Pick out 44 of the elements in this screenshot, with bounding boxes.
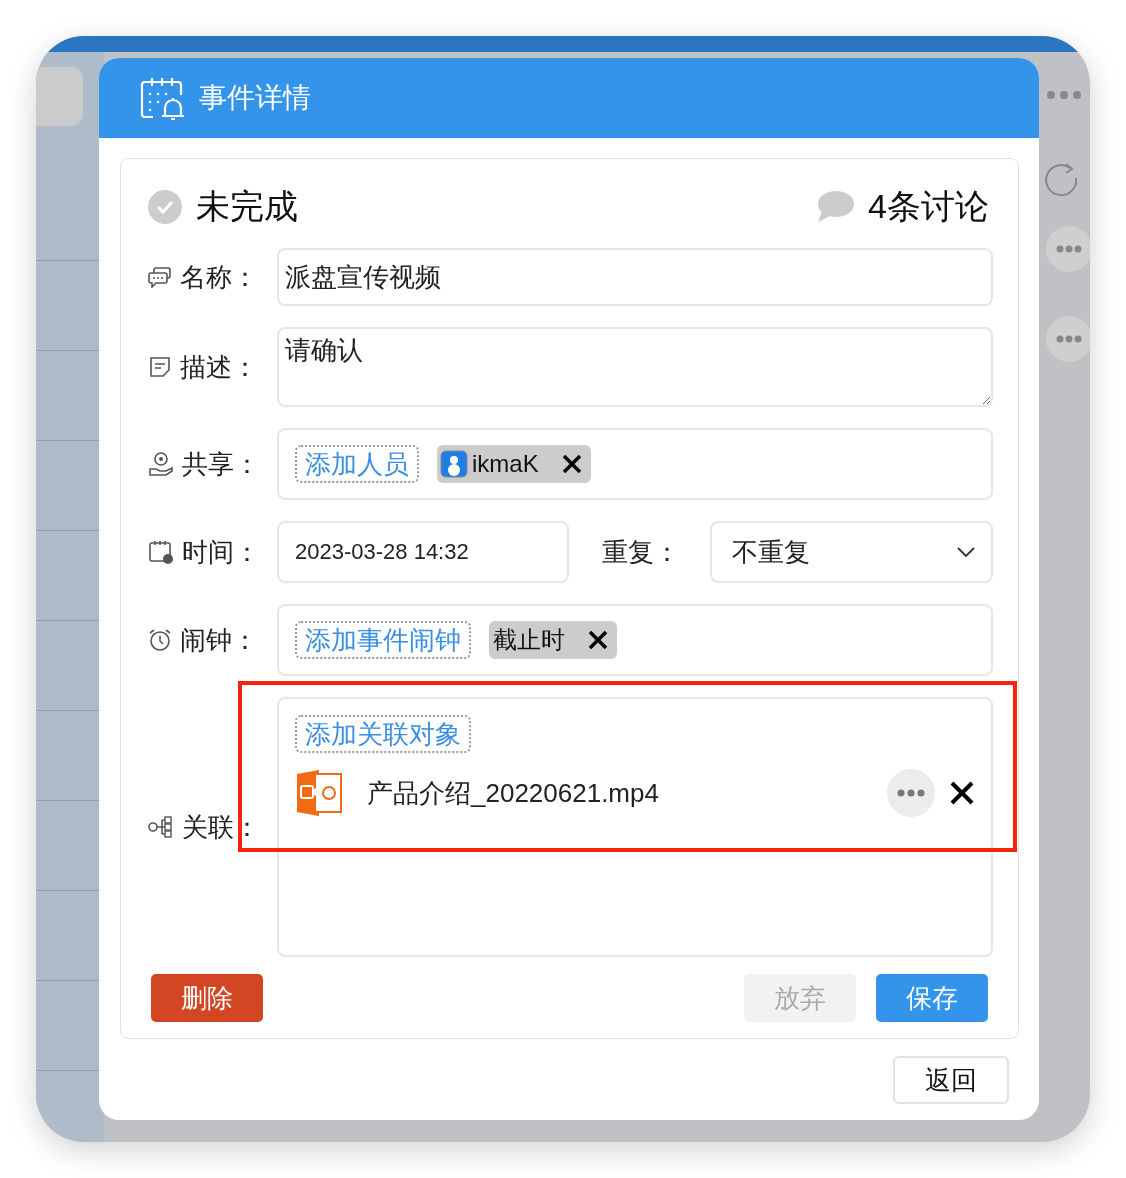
video-file-icon <box>295 770 343 816</box>
status-label: 未完成 <box>196 186 298 227</box>
repeat-select[interactable]: 不重复 <box>710 521 993 583</box>
more-icon[interactable] <box>1046 90 1082 100</box>
name-field[interactable]: 派盘宣传视频 <box>277 248 993 306</box>
description-field[interactable]: 请确认 <box>277 327 993 407</box>
remove-icon[interactable] <box>587 629 609 651</box>
field-label: 时间： <box>182 535 260 569</box>
hand-person-icon <box>148 451 174 477</box>
field-label: 描述： <box>180 350 258 384</box>
back-button[interactable]: 返回 <box>893 1056 1009 1104</box>
alarm-clock-icon <box>148 628 172 652</box>
calendar-clock-icon <box>148 539 174 565</box>
hierarchy-icon <box>148 816 174 838</box>
more-button[interactable] <box>1046 316 1090 362</box>
discussion-link[interactable]: 4条讨论 <box>868 184 989 230</box>
field-label: 闹钟： <box>180 623 258 657</box>
calendar-bell-icon <box>139 75 185 121</box>
ellipsis-icon <box>897 789 925 797</box>
check-circle-icon[interactable] <box>148 190 182 224</box>
time-field[interactable]: 2023-03-28 14:32 <box>277 521 569 583</box>
delete-button[interactable]: 删除 <box>151 974 263 1022</box>
member-name: ikmaK <box>472 450 539 478</box>
share-field[interactable]: 添加人员 ikmaK <box>277 428 993 500</box>
more-button[interactable] <box>887 769 935 817</box>
alarm-field[interactable]: 添加事件闹钟 截止时 <box>277 604 993 676</box>
chevron-down-icon <box>957 547 975 557</box>
speech-bubble-icon[interactable] <box>816 191 855 223</box>
field-label: 共享： <box>182 447 260 481</box>
chat-icon <box>148 266 172 288</box>
remove-icon[interactable] <box>949 780 975 806</box>
dialog-title: 事件详情 <box>199 81 311 115</box>
note-icon <box>148 355 172 379</box>
remove-icon[interactable] <box>560 453 583 475</box>
file-name[interactable]: 产品介绍_20220621.mp4 <box>367 775 659 811</box>
field-label: 重复： <box>602 535 680 569</box>
avatar-icon <box>440 450 468 478</box>
field-label: 名称： <box>180 260 258 294</box>
ellipsis-icon <box>1056 335 1082 343</box>
alarm-name: 截止时 <box>493 625 565 655</box>
more-button[interactable] <box>1046 226 1090 272</box>
field-label: 关联： <box>182 810 260 844</box>
relation-field[interactable]: 添加关联对象 产品介绍_20220621.mp4 <box>277 697 993 957</box>
ellipsis-icon <box>1056 245 1082 253</box>
